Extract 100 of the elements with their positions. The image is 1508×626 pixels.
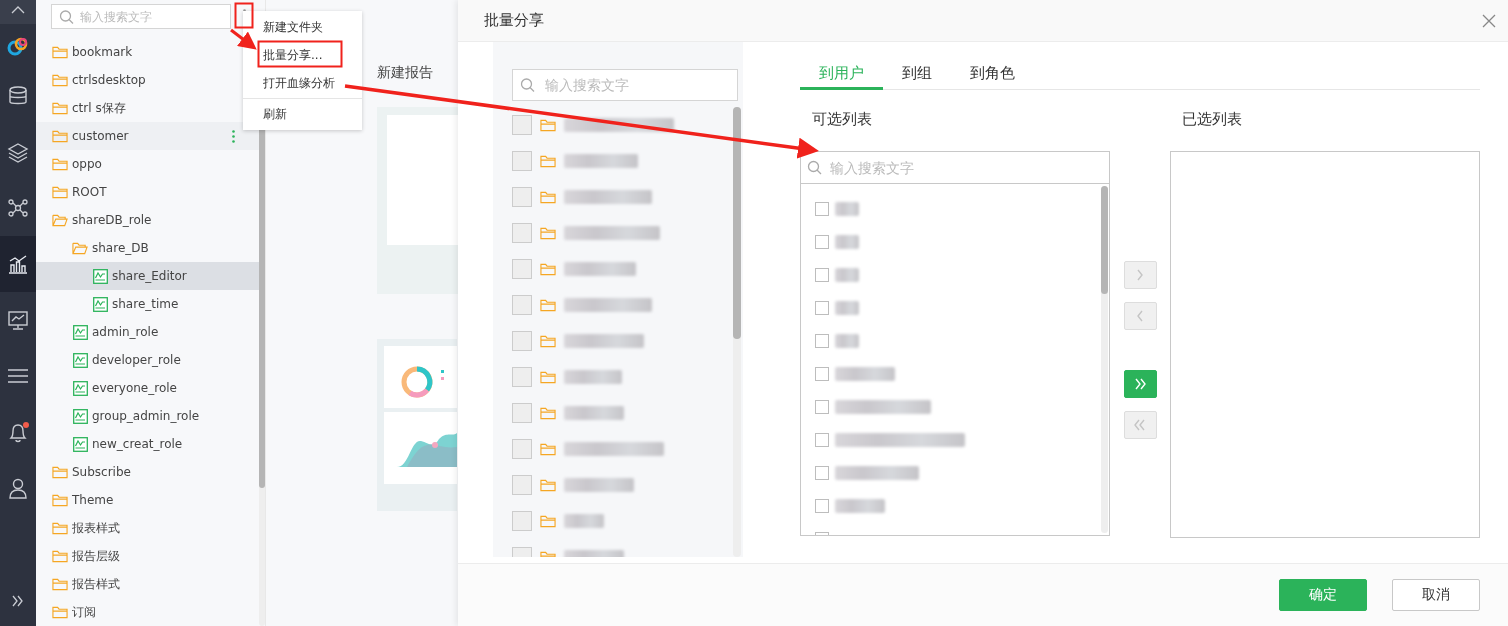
folder-icon [52, 492, 68, 508]
checkbox[interactable] [512, 187, 532, 207]
list-title: 可选列表 [811, 109, 873, 130]
folder-icon [52, 100, 68, 116]
checkbox[interactable] [512, 367, 532, 387]
move-all-right-button[interactable] [1123, 370, 1157, 398]
list-title: 已选列表 [1181, 109, 1243, 130]
folder-icon [540, 225, 556, 241]
folder-icon [540, 297, 556, 313]
annotation-arrow [230, 28, 257, 50]
tab[interactable]: 到角色 [951, 60, 1034, 90]
checkbox[interactable] [512, 295, 532, 315]
checkbox[interactable] [815, 366, 829, 381]
tree-item[interactable]: 订阅 [36, 598, 259, 626]
search-field[interactable]: 输入搜索文字 [512, 69, 738, 101]
tree-item[interactable]: developer_role [36, 346, 259, 374]
highlight-box [234, 2, 254, 29]
open-folder-icon [52, 212, 68, 228]
checkbox[interactable] [815, 399, 829, 414]
tab[interactable]: 到组 [883, 60, 951, 90]
folder-icon [52, 604, 68, 620]
line-chart-icon [72, 408, 88, 424]
chart-icon[interactable] [7, 253, 29, 275]
monitor-icon[interactable] [7, 309, 29, 331]
line-chart-icon [72, 324, 88, 340]
tree-item[interactable]: ROOT [36, 178, 259, 206]
checkbox[interactable] [815, 432, 829, 447]
tree-item[interactable]: share_time [36, 290, 259, 318]
checkbox[interactable] [815, 333, 829, 348]
blurred-label [564, 478, 634, 492]
tree-item[interactable]: shareDB_role [36, 206, 259, 234]
folder-icon [540, 153, 556, 169]
folder-icon [540, 369, 556, 385]
checkbox[interactable] [815, 234, 829, 249]
line-chart-icon [72, 380, 88, 396]
checkbox[interactable] [512, 331, 532, 351]
blurred-label [835, 267, 859, 282]
blurred-label [835, 201, 859, 216]
folder-icon [540, 117, 556, 133]
tree-item[interactable]: 报告层级 [36, 542, 259, 570]
layers-icon[interactable] [7, 141, 29, 163]
search-field[interactable]: 输入搜索文字 [51, 4, 231, 29]
folder-icon [540, 405, 556, 421]
blurred-label [835, 498, 885, 513]
checkbox[interactable] [815, 267, 829, 282]
tree-item[interactable]: customer [36, 122, 259, 150]
checkbox[interactable] [512, 475, 532, 495]
search-icon [520, 77, 535, 93]
folder-icon [52, 156, 68, 172]
folder-icon [52, 184, 68, 200]
checkbox[interactable] [512, 115, 532, 135]
user-icon[interactable] [7, 477, 29, 499]
checkbox[interactable] [512, 151, 532, 171]
tree-item[interactable]: everyone_role [36, 374, 259, 402]
bell-icon[interactable] [7, 421, 29, 443]
tree-item[interactable]: group_admin_role [36, 402, 259, 430]
line-chart-icon [92, 268, 108, 284]
line-chart-icon [72, 436, 88, 452]
tree-item[interactable]: admin_role [36, 318, 259, 346]
folder-icon [52, 44, 68, 60]
checkbox[interactable] [512, 439, 532, 459]
more-icon[interactable] [232, 129, 235, 143]
tree-item[interactable]: share_DB [36, 234, 259, 262]
checkbox[interactable] [815, 465, 829, 480]
checkbox[interactable] [512, 259, 532, 279]
blurred-label [835, 300, 859, 315]
menu-item[interactable]: 新建文件夹 [243, 13, 362, 41]
checkbox[interactable] [512, 223, 532, 243]
network-icon[interactable] [7, 197, 29, 219]
folder-icon [52, 72, 68, 88]
close-icon[interactable] [1482, 13, 1496, 28]
tree-item[interactable]: new_creat_role [36, 430, 259, 458]
folder-icon [540, 333, 556, 349]
logo-icon[interactable] [7, 35, 29, 57]
search-icon [807, 160, 822, 175]
tree-item[interactable]: share_Editor [36, 262, 259, 290]
database-icon[interactable] [7, 85, 29, 107]
line-chart-icon [72, 352, 88, 368]
folder-icon [540, 261, 556, 277]
scrollbar[interactable] [733, 107, 741, 557]
cancel-button[interactable]: 取消 [1392, 579, 1480, 611]
checkbox[interactable] [512, 403, 532, 423]
tree-item[interactable]: Subscribe [36, 458, 259, 486]
checkbox[interactable] [815, 498, 829, 513]
folder-icon [52, 548, 68, 564]
tree-item[interactable]: 报表样式 [36, 514, 259, 542]
folder-icon [52, 128, 68, 144]
tree-item[interactable]: Theme [36, 486, 259, 514]
folder-icon [540, 513, 556, 529]
folder-icon [540, 441, 556, 457]
checkbox[interactable] [512, 511, 532, 531]
tree-item[interactable]: oppo [36, 150, 259, 178]
scrollbar[interactable] [1101, 186, 1108, 533]
tree-item[interactable]: 报告样式 [36, 570, 259, 598]
checkbox[interactable] [815, 201, 829, 216]
blurred-label [564, 514, 604, 528]
checkbox[interactable] [815, 300, 829, 315]
blurred-label [564, 406, 624, 420]
page-heading: 新建报告 [377, 64, 433, 82]
blurred-label [564, 262, 636, 276]
